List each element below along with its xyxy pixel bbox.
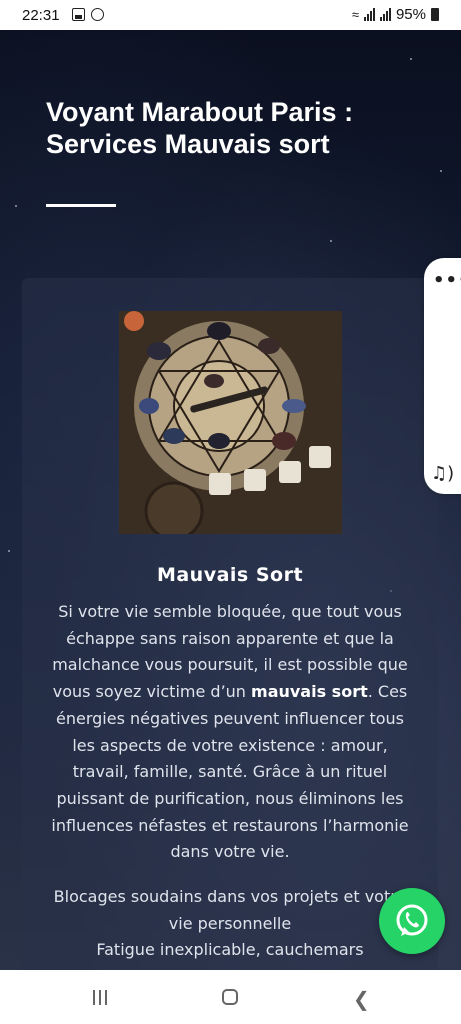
whatsapp-icon (396, 904, 428, 936)
hero-section: Voyant Marabout Paris : Services Mauvais… (0, 30, 461, 970)
service-card: Mauvais Sort Si votre vie semble bloquée… (22, 278, 438, 970)
description-bold-term: mauvais sort (251, 682, 368, 702)
status-bar: 22:31 ≈ 95% (0, 0, 461, 30)
list-item: Fatigue inexplicable, cauchemars (96, 940, 364, 960)
page-title: Voyant Marabout Paris : Services Mauvais… (46, 97, 354, 159)
symptoms-list: Blocages soudains dans vos projets et vo… (42, 884, 418, 964)
system-nav-bar: ❮ (0, 970, 461, 1024)
service-description: Si votre vie semble bloquée, que tout vo… (50, 599, 410, 866)
battery-level: 95% (395, 6, 426, 23)
recents-icon[interactable] (93, 990, 107, 1005)
whatsapp-notification-icon (91, 8, 104, 21)
service-image (119, 311, 342, 534)
list-item: Blocages soudains dans vos projets et vo… (53, 887, 407, 933)
audio-note-icon[interactable]: ♫) (431, 463, 454, 484)
accessibility-side-tab[interactable]: ••• ♫) (424, 258, 461, 494)
description-part-2: . Ces énergies négatives peuvent influen… (51, 682, 409, 862)
title-divider (46, 204, 116, 207)
more-dots-icon[interactable]: ••• (433, 270, 461, 291)
signal-icon (363, 8, 375, 21)
status-time: 22:31 (22, 7, 60, 24)
battery-icon (431, 8, 439, 21)
wifi-icon: ≈ (351, 7, 359, 22)
signal-icon-2 (379, 8, 391, 21)
whatsapp-button[interactable] (379, 888, 445, 954)
service-heading: Mauvais Sort (156, 564, 304, 586)
gallery-notification-icon (72, 8, 85, 21)
back-icon[interactable]: ❮ (353, 987, 370, 1011)
home-icon[interactable] (222, 989, 238, 1005)
